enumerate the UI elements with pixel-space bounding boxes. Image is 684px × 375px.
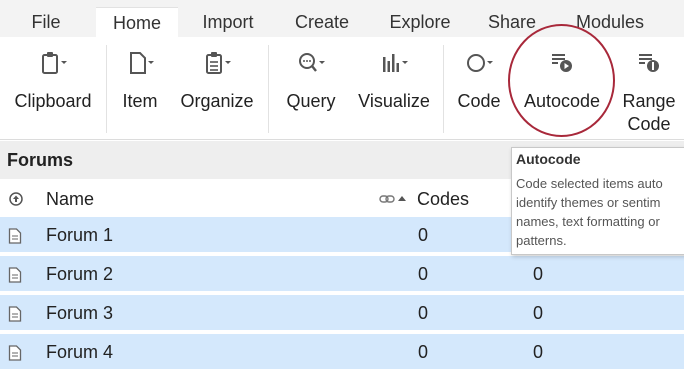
row-references: 0: [533, 342, 544, 362]
row-codes: 0: [418, 303, 429, 323]
row-references: 0: [533, 264, 544, 284]
item-label: Item: [122, 91, 158, 111]
bar-chart-icon: [383, 54, 408, 72]
ribbon-divider: [268, 45, 269, 133]
clipboard-button[interactable]: Clipboard: [6, 37, 100, 140]
tooltip-line: patterns.: [516, 233, 567, 248]
code-circle-icon: [467, 54, 493, 72]
tooltip-body: Code selected items auto identify themes…: [516, 174, 684, 250]
row-codes: 0: [418, 225, 429, 245]
tooltip-title: Autocode: [516, 151, 581, 167]
clipboard-label: Clipboard: [14, 91, 92, 111]
query-button[interactable]: Query: [276, 37, 346, 140]
document-icon: [8, 267, 22, 283]
document-icon: [130, 52, 154, 74]
table-row[interactable]: Forum 3 0 0: [0, 295, 684, 332]
row-references: 0: [533, 303, 544, 323]
organize-button[interactable]: Organize: [172, 37, 262, 140]
row-codes: 0: [418, 264, 429, 284]
range-code-label-line2: Code: [627, 114, 671, 134]
query-label: Query: [286, 91, 336, 111]
row-name: Forum 3: [46, 303, 114, 323]
clipboard-icon: [42, 52, 67, 74]
organize-label: Organize: [180, 91, 254, 111]
tooltip-line: names, text formatting or: [516, 214, 660, 229]
tab-home[interactable]: Home: [96, 7, 178, 37]
range-code-label-line1: Range: [622, 91, 676, 111]
add-circle-icon[interactable]: [9, 192, 23, 206]
tab-file[interactable]: File: [14, 8, 78, 37]
tab-create[interactable]: Create: [284, 8, 360, 37]
column-header-codes[interactable]: Codes: [417, 180, 469, 218]
autocode-tooltip: Autocode Code selected items auto identi…: [511, 147, 684, 255]
ribbon-divider: [106, 45, 107, 133]
column-header-name[interactable]: Name: [46, 180, 94, 218]
organize-icon: [206, 52, 231, 74]
row-name: Forum 2: [46, 264, 114, 284]
query-magnifier-icon: [299, 53, 325, 72]
visualize-button[interactable]: Visualize: [350, 37, 438, 140]
item-button[interactable]: Item: [112, 37, 168, 140]
code-button[interactable]: Code: [450, 37, 508, 140]
row-name: Forum 4: [46, 342, 114, 362]
highlight-ring: [508, 24, 615, 137]
tooltip-line: Code selected items auto: [516, 176, 663, 191]
visualize-label: Visualize: [358, 91, 430, 111]
tab-explore[interactable]: Explore: [380, 8, 460, 37]
table-row[interactable]: Forum 2 0 0: [0, 256, 684, 293]
tooltip-line: identify themes or sentim: [516, 195, 661, 210]
range-code-icon: [639, 54, 659, 72]
tab-import[interactable]: Import: [190, 8, 266, 37]
row-codes: 0: [418, 342, 429, 362]
range-code-button[interactable]: Range Code: [614, 37, 684, 140]
document-icon: [8, 345, 22, 361]
table-row[interactable]: Forum 4 0 0: [0, 334, 684, 371]
row-name: Forum 1: [46, 225, 114, 245]
document-icon: [8, 228, 22, 244]
document-icon: [8, 306, 22, 322]
link-sort-icon[interactable]: [379, 192, 411, 206]
ribbon-divider: [443, 45, 444, 133]
code-label: Code: [457, 91, 501, 111]
